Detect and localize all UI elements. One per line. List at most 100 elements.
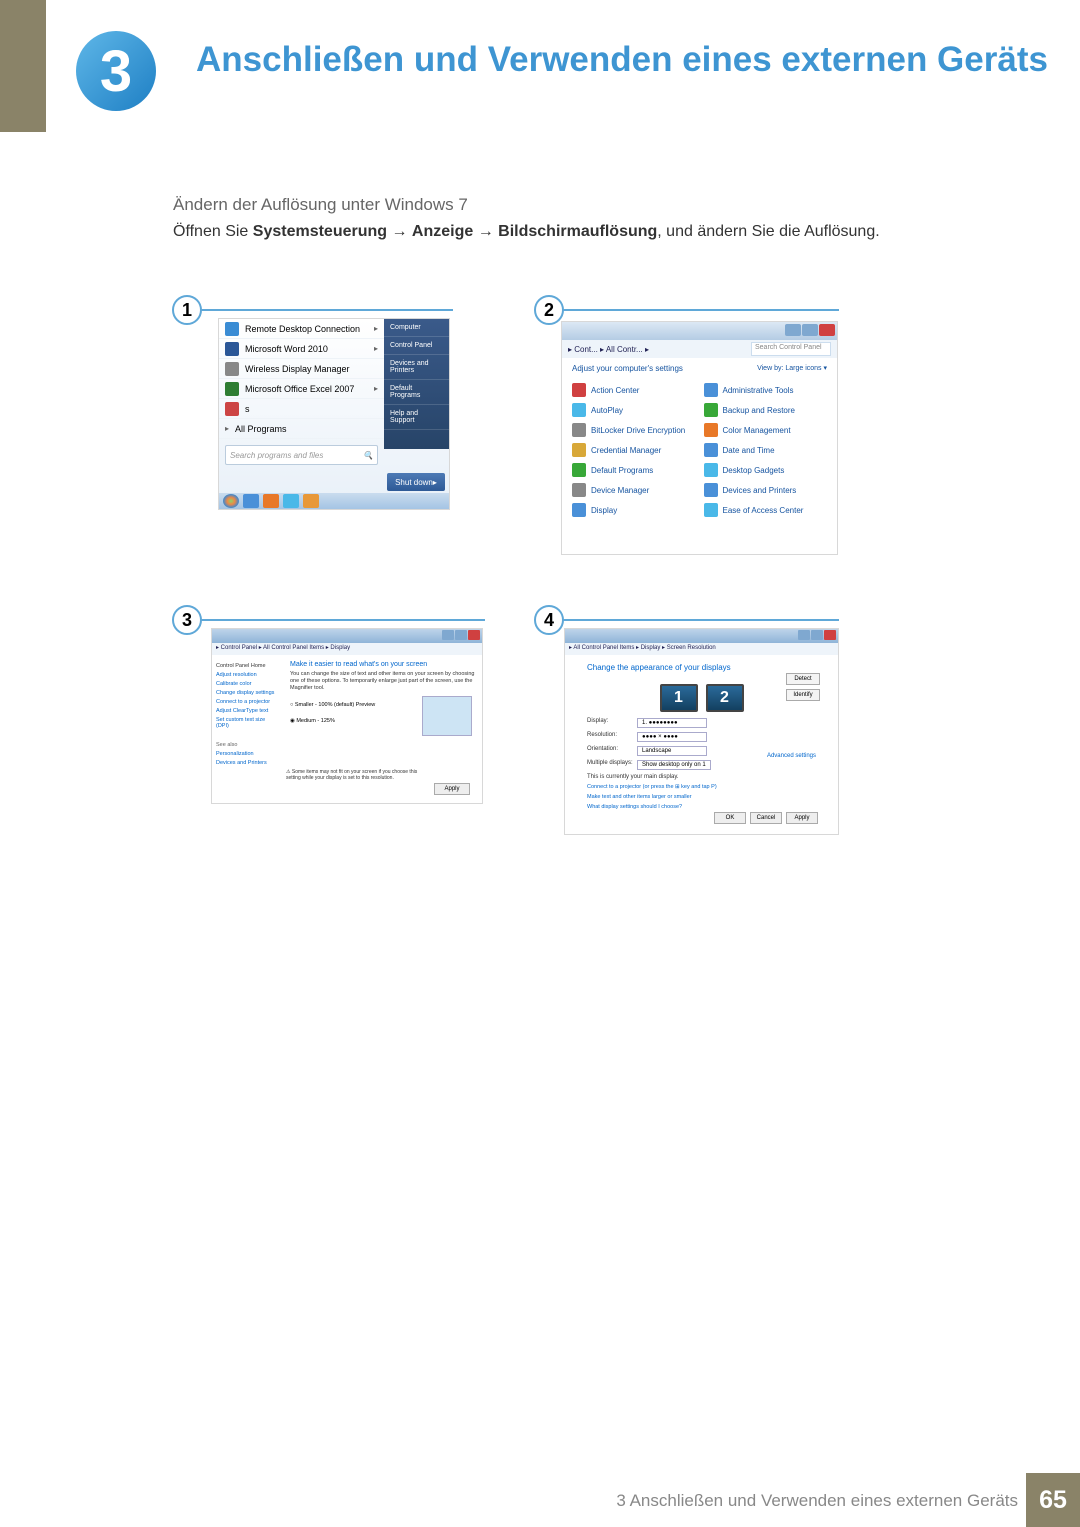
apply-button[interactable]: Apply [434, 783, 470, 795]
cp-item[interactable]: Device Manager [572, 483, 696, 497]
projector-link[interactable]: Connect to a projector (or press the ⊞ k… [565, 782, 838, 792]
cp-item[interactable]: Credential Manager [572, 443, 696, 457]
minimize-button[interactable] [798, 630, 810, 640]
excel-icon [225, 382, 239, 396]
identify-button[interactable]: Identify [786, 689, 820, 701]
taskbar-icon[interactable] [263, 494, 279, 508]
cp-item[interactable]: Default Programs [572, 463, 696, 477]
printer-icon [704, 483, 718, 497]
apply-button[interactable]: Apply [786, 812, 818, 824]
close-button[interactable] [824, 630, 836, 640]
sidebar-link[interactable]: Control Panel Home [216, 663, 278, 669]
start-orb-icon[interactable] [223, 494, 239, 508]
cp-item[interactable]: AutoPlay [572, 403, 696, 417]
cp-item[interactable]: Ease of Access Center [704, 503, 828, 517]
display-label: Display: [587, 718, 637, 728]
step-number-3: 3 [172, 605, 202, 635]
preview-monitor [422, 696, 472, 736]
orientation-select[interactable]: Landscape [637, 746, 707, 756]
page-number: 65 [1026, 1473, 1080, 1527]
cp-item[interactable]: Desktop Gadgets [704, 463, 828, 477]
cp-item[interactable]: Date and Time [704, 443, 828, 457]
display-select[interactable]: 1. ●●●●●●●● [637, 718, 707, 728]
address-bar[interactable]: ▸ All Control Panel Items ▸ Display ▸ Sc… [565, 643, 838, 655]
monitor-2[interactable]: 2 [706, 684, 744, 712]
cp-item[interactable]: Display [572, 503, 696, 517]
sidebar-link[interactable]: Devices and Printers [216, 760, 278, 766]
flag-icon [572, 383, 586, 397]
app-icon [225, 402, 239, 416]
window-titlebar [565, 629, 838, 643]
backup-icon [704, 403, 718, 417]
screenshot-resolution: ▸ All Control Panel Items ▸ Display ▸ Sc… [564, 628, 839, 835]
word-icon [225, 342, 239, 356]
cp-items-grid: Action Center Administrative Tools AutoP… [562, 379, 837, 521]
credential-icon [572, 443, 586, 457]
start-menu-right-pane: Computer Control Panel Devices and Print… [384, 319, 449, 449]
resolution-select[interactable]: ●●●● × ●●●● [637, 732, 707, 742]
detect-button[interactable]: Detect [786, 673, 820, 685]
start-search-input[interactable]: Search programs and files🔍 [225, 445, 378, 465]
wmp-icon[interactable] [303, 494, 319, 508]
cp-item[interactable]: BitLocker Drive Encryption [572, 423, 696, 437]
search-input[interactable]: Search Control Panel [751, 342, 831, 356]
maximize-button[interactable] [811, 630, 823, 640]
rdp-icon [225, 322, 239, 336]
start-right-item[interactable]: Control Panel [384, 337, 449, 355]
start-right-item[interactable]: Computer [384, 319, 449, 337]
cp-heading: Adjust your computer's settings [572, 364, 683, 373]
section-subheading: Ändern der Auflösung unter Windows 7 [173, 195, 468, 215]
taskbar [219, 493, 449, 509]
cp-item[interactable]: Devices and Printers [704, 483, 828, 497]
sidebar-link[interactable]: Set custom text size (DPI) [216, 717, 278, 729]
display-icon [572, 503, 586, 517]
ie-icon[interactable] [283, 494, 299, 508]
start-right-item[interactable]: Default Programs [384, 380, 449, 405]
ease-icon [704, 503, 718, 517]
help-link[interactable]: What display settings should I choose? [565, 802, 838, 812]
cp-item[interactable]: Color Management [704, 423, 828, 437]
start-menu-item[interactable]: Remote Desktop Connection▸ [219, 319, 384, 339]
cp-item[interactable]: Backup and Restore [704, 403, 828, 417]
sidebar-link[interactable]: Personalization [216, 751, 278, 757]
start-right-item[interactable]: Help and Support [384, 405, 449, 430]
all-programs[interactable]: ▸All Programs [219, 419, 384, 439]
minimize-button[interactable] [442, 630, 454, 640]
start-menu-item[interactable]: s [219, 399, 384, 419]
display-title: Make it easier to read what's on your sc… [290, 661, 476, 668]
cp-item[interactable]: Administrative Tools [704, 383, 828, 397]
step-number-2: 2 [534, 295, 564, 325]
start-menu-item[interactable]: Wireless Display Manager [219, 359, 384, 379]
close-button[interactable] [819, 324, 835, 336]
sidebar-link[interactable]: Calibrate color [216, 681, 278, 687]
close-button[interactable] [468, 630, 480, 640]
taskbar-icon[interactable] [243, 494, 259, 508]
start-menu-item[interactable]: Microsoft Office Excel 2007▸ [219, 379, 384, 399]
start-right-item[interactable]: Devices and Printers [384, 355, 449, 380]
maximize-button[interactable] [802, 324, 818, 336]
step-number-1: 1 [172, 295, 202, 325]
ok-button[interactable]: OK [714, 812, 746, 824]
address-bar[interactable]: ▸ Control Panel ▸ All Control Panel Item… [212, 643, 482, 655]
current-display-text: This is currently your main display. [565, 772, 838, 782]
sidebar-link[interactable]: Adjust resolution [216, 672, 278, 678]
warning-text: ⚠ Some items may not fit on your screen … [286, 769, 422, 781]
view-by-dropdown[interactable]: View by: Large icons ▾ [757, 364, 827, 373]
cancel-button[interactable]: Cancel [750, 812, 782, 824]
sidebar-link[interactable]: Connect to a projector [216, 699, 278, 705]
sidebar-link[interactable]: Change display settings [216, 690, 278, 696]
wireless-icon [225, 362, 239, 376]
text-size-link[interactable]: Make text and other items larger or smal… [565, 792, 838, 802]
sidebar-link[interactable]: Adjust ClearType text [216, 708, 278, 714]
autoplay-icon [572, 403, 586, 417]
monitor-1[interactable]: 1 [660, 684, 698, 712]
maximize-button[interactable] [455, 630, 467, 640]
multiple-select[interactable]: Show desktop only on 1 [637, 760, 711, 770]
minimize-button[interactable] [785, 324, 801, 336]
shutdown-button[interactable]: Shut down ▸ [387, 473, 445, 491]
footer-text: 3 Anschließen und Verwenden eines extern… [616, 1491, 1018, 1511]
advanced-settings-link[interactable]: Advanced settings [767, 753, 816, 759]
cp-item[interactable]: Action Center [572, 383, 696, 397]
display-body: You can change the size of text and othe… [290, 671, 476, 692]
start-menu-item[interactable]: Microsoft Word 2010▸ [219, 339, 384, 359]
